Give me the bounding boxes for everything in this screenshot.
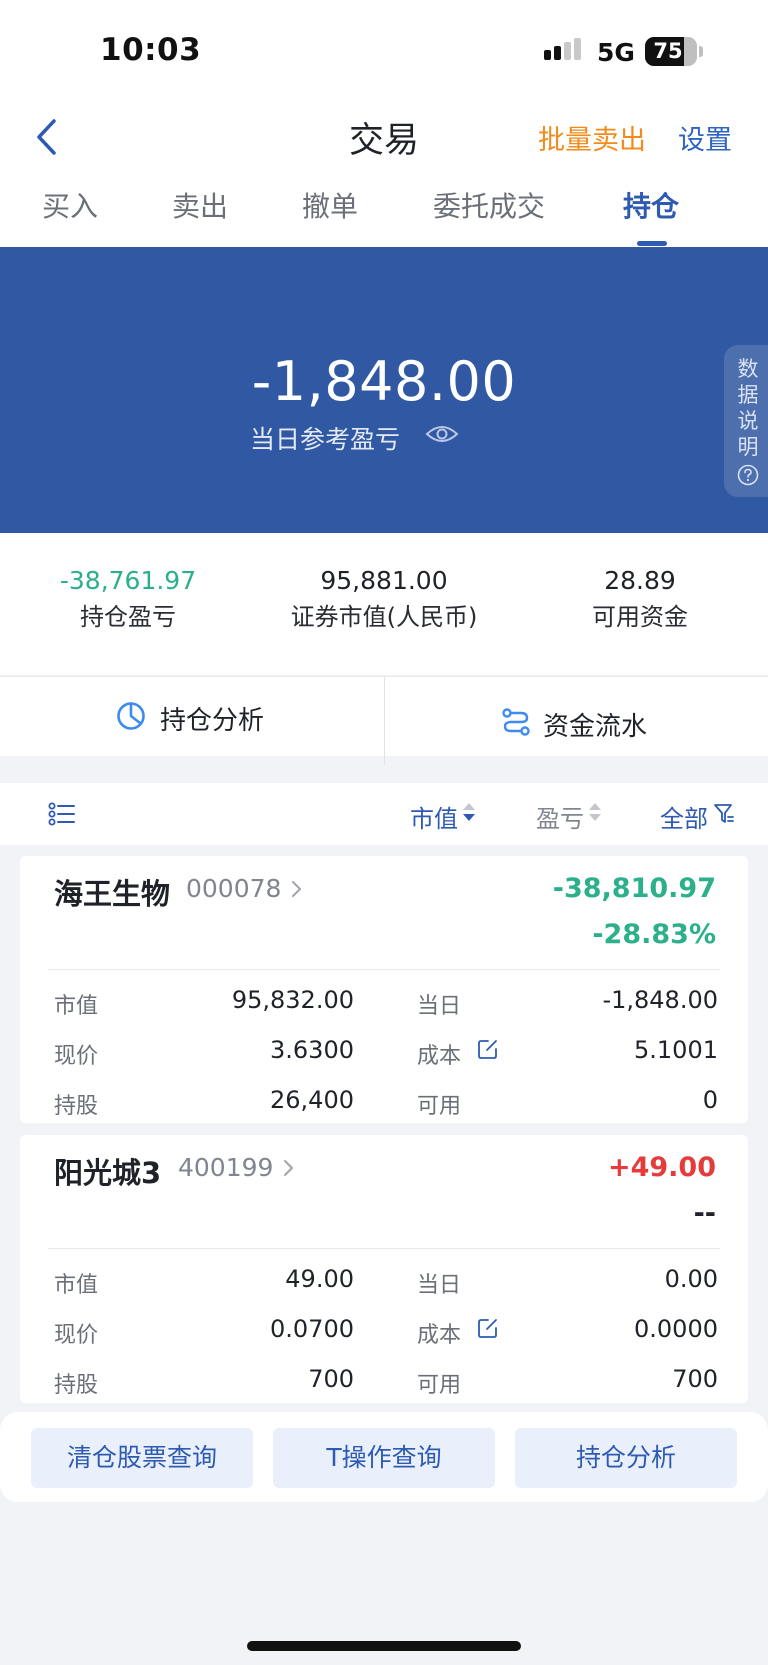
- sort-down-icon: [463, 814, 475, 821]
- tab-buy[interactable]: 买入: [42, 185, 98, 225]
- back-arrow-icon[interactable]: [30, 112, 70, 162]
- t-operation-query-button[interactable]: T操作查询: [273, 1428, 495, 1488]
- help-icon: [737, 464, 759, 486]
- summary-market-value: 95,881.00 证券市值(人民币): [256, 566, 512, 632]
- daily-pnl-value: -1,848.00: [251, 350, 517, 413]
- pie-chart-icon: [117, 702, 145, 730]
- available-key: 可用: [417, 1373, 462, 1398]
- filter-all[interactable]: 全部: [660, 799, 708, 834]
- tab-orders-trades[interactable]: 委托成交: [433, 185, 545, 225]
- holdings-list-header: [0, 783, 768, 845]
- today-amount: -1,848.00: [602, 986, 718, 1014]
- card-divider: [48, 969, 720, 970]
- sort-up-icon: [463, 803, 475, 810]
- available-funds-value: 28.89: [604, 566, 676, 595]
- battery-level: 75: [653, 39, 683, 63]
- holding-pnl: -38,810.97: [552, 873, 716, 904]
- holding-pnl-percent: -28.83%: [592, 919, 716, 950]
- available-amount: 0: [702, 1086, 718, 1114]
- action-divider: [384, 676, 385, 765]
- signal-icon: [544, 38, 588, 65]
- position-analysis-button[interactable]: 持仓分析: [160, 700, 264, 737]
- market-value-amount: 95,832.00: [231, 986, 354, 1014]
- market-value-value: 95,881.00: [320, 566, 448, 595]
- today-key: 当日: [417, 1273, 462, 1298]
- battery-icon: 75: [645, 37, 697, 66]
- price-key: 现价: [54, 1044, 99, 1069]
- shares-key: 持股: [54, 1373, 99, 1398]
- cost-key: 成本: [417, 1323, 462, 1348]
- trade-tabs: 买入 卖出 撤单 委托成交 持仓: [0, 185, 768, 247]
- cash-flow-button[interactable]: 资金流水: [543, 706, 647, 743]
- sort-up-icon: [589, 803, 601, 810]
- tab-cancel-order[interactable]: 撤单: [302, 185, 358, 225]
- price-key: 现价: [54, 1323, 99, 1348]
- market-value-key: 市值: [54, 1273, 99, 1298]
- edit-cost-icon[interactable]: [477, 1038, 499, 1060]
- stock-code: 000078: [186, 874, 282, 903]
- edit-cost-icon[interactable]: [477, 1317, 499, 1339]
- market-value-key: 市值: [54, 994, 99, 1019]
- filter-icon[interactable]: [714, 803, 734, 825]
- market-value-amount: 49.00: [285, 1265, 354, 1293]
- shares-key: 持股: [54, 1094, 99, 1119]
- cleared-stocks-query-button[interactable]: 清仓股票查询: [31, 1428, 253, 1488]
- tab-positions[interactable]: 持仓: [623, 185, 679, 225]
- summary-available-funds: 28.89 可用资金: [512, 566, 768, 632]
- network-type: 5G: [597, 38, 635, 67]
- stock-code: 400199: [178, 1153, 274, 1182]
- status-time: 10:03: [100, 32, 202, 68]
- active-tab-indicator: [637, 241, 667, 246]
- stock-name: 阳光城3: [54, 1156, 162, 1190]
- today-amount: 0.00: [664, 1265, 718, 1293]
- cost-key: 成本: [417, 1044, 462, 1069]
- eye-icon[interactable]: [425, 422, 459, 446]
- market-value-label: 证券市值(人民币): [290, 603, 478, 631]
- page-title: 交易: [348, 121, 419, 161]
- today-key: 当日: [417, 994, 462, 1019]
- list-view-icon[interactable]: [48, 802, 76, 826]
- battery-tip: [699, 46, 703, 57]
- home-indicator: [247, 1641, 521, 1651]
- price-amount: 0.0700: [270, 1315, 354, 1343]
- chevron-right-icon: [284, 1160, 293, 1176]
- data-explanation-label: 数据说明: [737, 357, 759, 459]
- stock-name: 海王生物: [54, 877, 171, 911]
- sort-market-value[interactable]: 市值: [410, 799, 458, 834]
- sort-pnl[interactable]: 盈亏: [536, 799, 584, 834]
- position-pnl-value: -38,761.97: [59, 566, 197, 595]
- daily-pnl-label: 当日参考盈亏: [250, 425, 401, 454]
- position-analysis-bottom-button[interactable]: 持仓分析: [515, 1428, 737, 1488]
- available-amount: 700: [672, 1365, 718, 1393]
- price-amount: 3.6300: [270, 1036, 354, 1064]
- cost-amount: 0.0000: [634, 1315, 718, 1343]
- tab-sell[interactable]: 卖出: [172, 185, 228, 225]
- available-funds-label: 可用资金: [592, 603, 688, 631]
- sort-down-icon: [589, 814, 601, 821]
- holding-pnl-percent: --: [693, 1198, 716, 1229]
- batch-sell-button[interactable]: 批量卖出: [538, 118, 646, 157]
- chevron-right-icon: [292, 881, 301, 897]
- holding-pnl: +49.00: [607, 1152, 716, 1183]
- cost-amount: 5.1001: [634, 1036, 718, 1064]
- shares-amount: 26,400: [270, 1086, 354, 1114]
- available-key: 可用: [417, 1094, 462, 1119]
- shares-amount: 700: [308, 1365, 354, 1393]
- settings-button[interactable]: 设置: [678, 118, 732, 157]
- cash-flow-icon: [502, 708, 530, 736]
- position-pnl-label: 持仓盈亏: [80, 603, 176, 631]
- card-divider: [48, 1248, 720, 1249]
- summary-position-pnl: -38,761.97 持仓盈亏: [0, 566, 256, 632]
